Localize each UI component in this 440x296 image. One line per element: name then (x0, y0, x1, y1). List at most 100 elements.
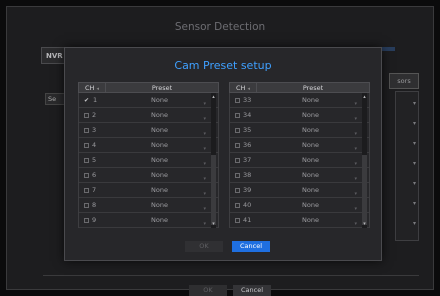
preset-select[interactable]: None ▾ (257, 168, 369, 182)
preset-table-left: CH ◂ Preset ✔ 1 None ▾ 2 None ▾ 3 None ▾ 4 None ▾ 5 No… (78, 82, 219, 228)
channel-number: 8 (92, 201, 97, 209)
preset-select[interactable]: None ▾ (106, 213, 218, 227)
channel-checkbox[interactable]: ✔ (84, 97, 90, 103)
preset-select[interactable]: None ▾ (257, 138, 369, 152)
preset-select[interactable]: None ▾ (257, 213, 369, 227)
channel-checkbox[interactable] (84, 142, 89, 148)
cancel-button[interactable]: Cancel (232, 241, 270, 252)
channel-checkbox[interactable] (235, 112, 240, 118)
scroll-up-icon[interactable]: ▴ (211, 94, 216, 100)
preset-value: None (151, 111, 168, 119)
sensors-button[interactable]: sors (389, 73, 419, 89)
table-header: CH ◂ Preset (78, 82, 219, 93)
channel-checkbox[interactable] (235, 202, 240, 208)
table-row: 6 None ▾ (79, 168, 218, 183)
ch-column-header[interactable]: CH ◂ (230, 83, 257, 92)
preset-select[interactable]: None ▾ (106, 123, 218, 137)
chevron-down-icon: ▾ (203, 221, 206, 227)
table-row: 3 None ▾ (79, 123, 218, 138)
table-row: 34 None ▾ (230, 108, 369, 123)
channel-number: 6 (92, 171, 97, 179)
preset-value: None (151, 201, 168, 209)
preset-select[interactable]: None ▾ (106, 183, 218, 197)
channel-checkbox[interactable] (235, 97, 240, 103)
preset-select[interactable]: None ▾ (257, 198, 369, 212)
channel-number: 2 (92, 111, 97, 119)
ch-cell: ✔ 1 (79, 96, 106, 104)
chevron-down-icon[interactable]: ▾ (413, 200, 416, 207)
table-row: 7 None ▾ (79, 183, 218, 198)
channel-checkbox[interactable] (84, 202, 89, 208)
ch-cell: 39 (230, 186, 257, 194)
channel-number: 37 (243, 156, 252, 164)
preset-table-right: CH ◂ Preset 33 None ▾ 34 None ▾ 35 None ▾ 36 None ▾… (229, 82, 370, 228)
preset-select[interactable]: None ▾ (257, 183, 369, 197)
chevron-down-icon[interactable]: ▾ (413, 160, 416, 167)
ch-cell: 37 (230, 156, 257, 164)
scroll-up-icon[interactable]: ▴ (362, 94, 367, 100)
ok-button[interactable]: OK (185, 241, 223, 252)
table-row: ✔ 1 None ▾ (79, 93, 218, 108)
preset-value: None (151, 141, 168, 149)
table-body: 33 None ▾ 34 None ▾ 35 None ▾ 36 None ▾ 37 None ▾ 38 Non… (229, 93, 370, 228)
preset-value: None (151, 126, 168, 134)
dialog-title: Cam Preset setup (174, 59, 272, 72)
chevron-down-icon[interactable]: ▾ (413, 180, 416, 187)
chevron-down-icon[interactable]: ▾ (413, 140, 416, 147)
background-right-column: ▾ ▾ ▾ ▾ ▾ ▾ ▾ (395, 91, 419, 241)
channel-checkbox[interactable] (235, 157, 240, 163)
divider (43, 275, 419, 276)
ch-cell: 38 (230, 171, 257, 179)
ch-cell: 41 (230, 216, 257, 224)
ok-button[interactable]: OK (189, 285, 227, 296)
preset-select[interactable]: None ▾ (257, 153, 369, 167)
preset-column-header: Preset (302, 84, 324, 92)
preset-select[interactable]: None ▾ (257, 108, 369, 122)
ch-cell: 5 (79, 156, 106, 164)
ch-cell: 9 (79, 216, 106, 224)
preset-select[interactable]: None ▾ (257, 93, 369, 107)
channel-number: 5 (92, 156, 97, 164)
scroll-down-icon[interactable]: ▾ (362, 221, 367, 227)
preset-select[interactable]: None ▾ (106, 108, 218, 122)
table-row: 37 None ▾ (230, 153, 369, 168)
channel-number: 34 (243, 111, 252, 119)
channel-checkbox[interactable] (235, 142, 240, 148)
preset-select[interactable]: None ▾ (257, 123, 369, 137)
chevron-down-icon[interactable]: ▾ (413, 220, 416, 227)
channel-checkbox[interactable] (235, 127, 240, 133)
scrollbar-thumb[interactable] (211, 155, 216, 225)
preset-select[interactable]: None ▾ (106, 153, 218, 167)
preset-value: None (302, 186, 319, 194)
scrollbar[interactable]: ▴ ▾ (362, 93, 367, 228)
ch-column-header[interactable]: CH ◂ (79, 83, 106, 92)
preset-column-header: Preset (151, 84, 173, 92)
table-row: 38 None ▾ (230, 168, 369, 183)
chevron-down-icon[interactable]: ▾ (413, 120, 416, 127)
scroll-down-icon[interactable]: ▾ (211, 221, 216, 227)
cancel-button[interactable]: Cancel (233, 285, 271, 296)
preset-select[interactable]: None ▾ (106, 198, 218, 212)
preset-select[interactable]: None ▾ (106, 138, 218, 152)
ch-cell: 8 (79, 201, 106, 209)
channel-checkbox[interactable] (235, 187, 240, 193)
scrollbar[interactable]: ▴ ▾ (211, 93, 216, 228)
channel-checkbox[interactable] (84, 217, 89, 223)
preset-value: None (151, 156, 168, 164)
table-row: 33 None ▾ (230, 93, 369, 108)
channel-checkbox[interactable] (235, 172, 240, 178)
preset-value: None (151, 171, 168, 179)
preset-value: None (151, 186, 168, 194)
ch-cell: 6 (79, 171, 106, 179)
cam-preset-dialog: Cam Preset setup CH ◂ Preset ✔ 1 None ▾ 2 Non… (64, 47, 382, 261)
preset-select[interactable]: None ▾ (106, 93, 218, 107)
channel-checkbox[interactable] (84, 187, 89, 193)
channel-checkbox[interactable] (84, 127, 89, 133)
channel-checkbox[interactable] (235, 217, 240, 223)
channel-checkbox[interactable] (84, 112, 89, 118)
channel-checkbox[interactable] (84, 172, 89, 178)
scrollbar-thumb[interactable] (362, 155, 367, 225)
preset-select[interactable]: None ▾ (106, 168, 218, 182)
chevron-down-icon[interactable]: ▾ (413, 100, 416, 107)
channel-checkbox[interactable] (84, 157, 89, 163)
